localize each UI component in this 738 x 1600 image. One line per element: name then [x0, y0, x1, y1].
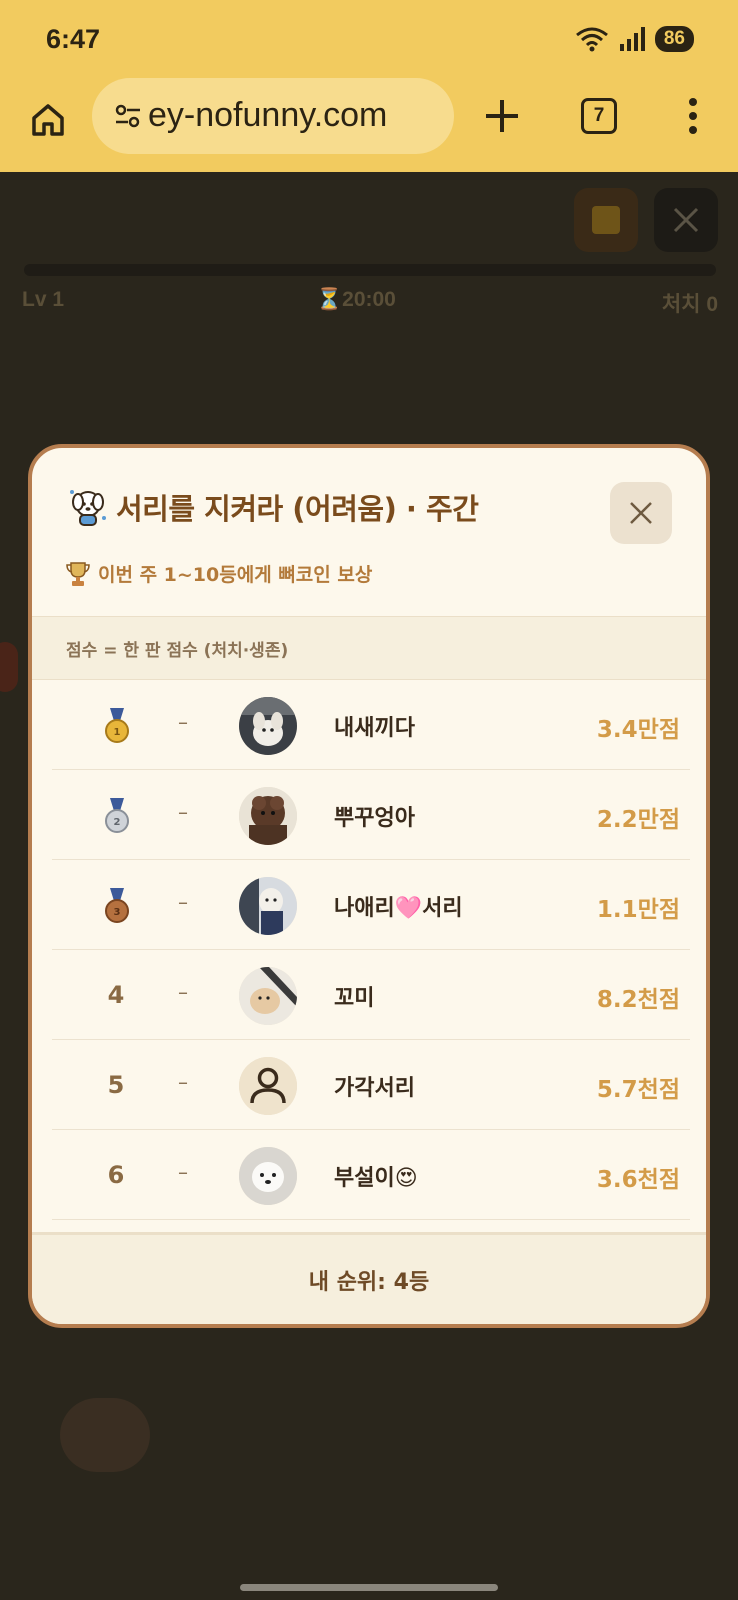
- pause-icon: [592, 206, 620, 234]
- status-time: 6:47: [46, 23, 101, 54]
- avatar[interactable]: [239, 1147, 297, 1205]
- svg-text:3: 3: [114, 907, 121, 918]
- rank-number: 4: [107, 981, 125, 1009]
- player-name: 부설이😍: [334, 1166, 418, 1191]
- trophy-icon: [66, 561, 90, 586]
- rank-number: 5: [107, 1071, 125, 1099]
- score-note-bar: 점수 = 한 판 점수 (처치·생존): [32, 616, 706, 680]
- player-name: 뿌꾸엉아: [334, 806, 415, 831]
- background-sprite: [60, 1398, 150, 1472]
- player-score: 3.4만점: [596, 717, 680, 743]
- player-name: 가각서리: [334, 1076, 415, 1101]
- player-score: 3.6천점: [596, 1167, 680, 1193]
- home-icon[interactable]: [28, 100, 68, 140]
- game-close-button[interactable]: [654, 188, 718, 252]
- silver-medal-icon: 2: [105, 798, 129, 833]
- table-row: 3 – 나애리🩷서리 1.1만점: [52, 860, 690, 950]
- rank-list: 1 – 내새끼다 3.4만점 2 – 뿌꾸엉아 2.2만점 3 – 나애리🩷서리…: [52, 680, 690, 1220]
- reward-row: 이번 주 1~10등에게 뼈코인 보상: [66, 560, 372, 587]
- table-row: 5 – 가각서리 5.7천점: [52, 1040, 690, 1130]
- score-note: 점수 = 한 판 점수 (처치·생존): [66, 640, 289, 661]
- rank-change: –: [178, 1070, 188, 1094]
- more-vert-icon[interactable]: [683, 96, 703, 136]
- hud-timer: ⏳20:00: [316, 288, 396, 311]
- player-name: 나애리🩷서리: [334, 896, 463, 921]
- bronze-medal-icon: 3: [105, 888, 129, 923]
- battery-indicator: 86: [654, 26, 694, 52]
- leaderboard-modal: 서리를 지켜라 (어려움) · 주간 이번 주 1~10등에게 뼈코인 보상 점…: [28, 444, 710, 1328]
- avatar[interactable]: [239, 967, 297, 1025]
- background-sprite: [0, 642, 18, 692]
- pause-button[interactable]: [574, 188, 638, 252]
- modal-close-button[interactable]: [610, 482, 672, 544]
- rank-change: –: [178, 1160, 188, 1184]
- rank-number: 6: [107, 1161, 125, 1189]
- player-name: 꼬미: [334, 986, 375, 1011]
- modal-footer: 내 순위: 4등: [32, 1232, 706, 1324]
- player-name: 내새끼다: [334, 716, 415, 741]
- hud: Lv 1 ⏳20:00 처치 0: [22, 288, 718, 318]
- wifi-icon: [575, 27, 608, 52]
- person-icon: [239, 1057, 297, 1115]
- player-score: 1.1만점: [596, 897, 680, 923]
- close-icon: [630, 502, 652, 524]
- dog-mascot-icon: [70, 490, 106, 526]
- table-row: 4 – 꼬미 8.2천점: [52, 950, 690, 1040]
- avatar[interactable]: [239, 1057, 297, 1115]
- table-row: 6 – 부설이😍 3.6천점: [52, 1130, 690, 1220]
- xp-progress-bar: [24, 264, 716, 276]
- svg-text:2: 2: [114, 817, 121, 828]
- title-row: 서리를 지켜라 (어려움) · 주간: [66, 486, 479, 528]
- gesture-bar[interactable]: [240, 1584, 498, 1591]
- player-score: 2.2만점: [596, 807, 680, 833]
- gold-medal-icon: 1: [105, 708, 129, 743]
- table-row: 2 – 뿌꾸엉아 2.2만점: [52, 770, 690, 860]
- status-icons: 86: [575, 26, 694, 52]
- player-score: 5.7천점: [596, 1077, 680, 1103]
- reward-text: 이번 주 1~10등에게 뼈코인 보상: [98, 564, 373, 586]
- modal-title: 서리를 지켜라 (어려움) · 주간: [116, 492, 479, 526]
- rank-change: –: [178, 980, 188, 1004]
- avatar[interactable]: [239, 787, 297, 845]
- rank-change: –: [178, 800, 188, 824]
- url-bar[interactable]: ey-nofunny.com: [92, 78, 454, 154]
- svg-text:1: 1: [114, 727, 121, 738]
- modal-header: 서리를 지켜라 (어려움) · 주간 이번 주 1~10등에게 뼈코인 보상: [32, 448, 706, 614]
- table-row: 1 – 내새끼다 3.4만점: [52, 680, 690, 770]
- player-score: 8.2천점: [596, 987, 680, 1013]
- rank-change: –: [178, 890, 188, 914]
- signal-icon: [619, 27, 645, 51]
- status-bar: 6:47 86: [0, 0, 738, 78]
- hud-kills: 처치 0: [661, 293, 718, 316]
- tab-switcher-button[interactable]: 7: [581, 98, 617, 134]
- tune-icon[interactable]: [114, 102, 142, 130]
- browser-toolbar: ey-nofunny.com 7: [0, 78, 738, 172]
- my-rank: 내 순위: 4등: [308, 1269, 430, 1295]
- rank-change: –: [178, 710, 188, 734]
- avatar[interactable]: [239, 877, 297, 935]
- plus-icon[interactable]: [482, 96, 522, 136]
- close-icon: [673, 207, 699, 233]
- hud-level: Lv 1: [22, 288, 65, 311]
- url-text: ey-nofunny.com: [148, 96, 388, 134]
- avatar[interactable]: [239, 697, 297, 755]
